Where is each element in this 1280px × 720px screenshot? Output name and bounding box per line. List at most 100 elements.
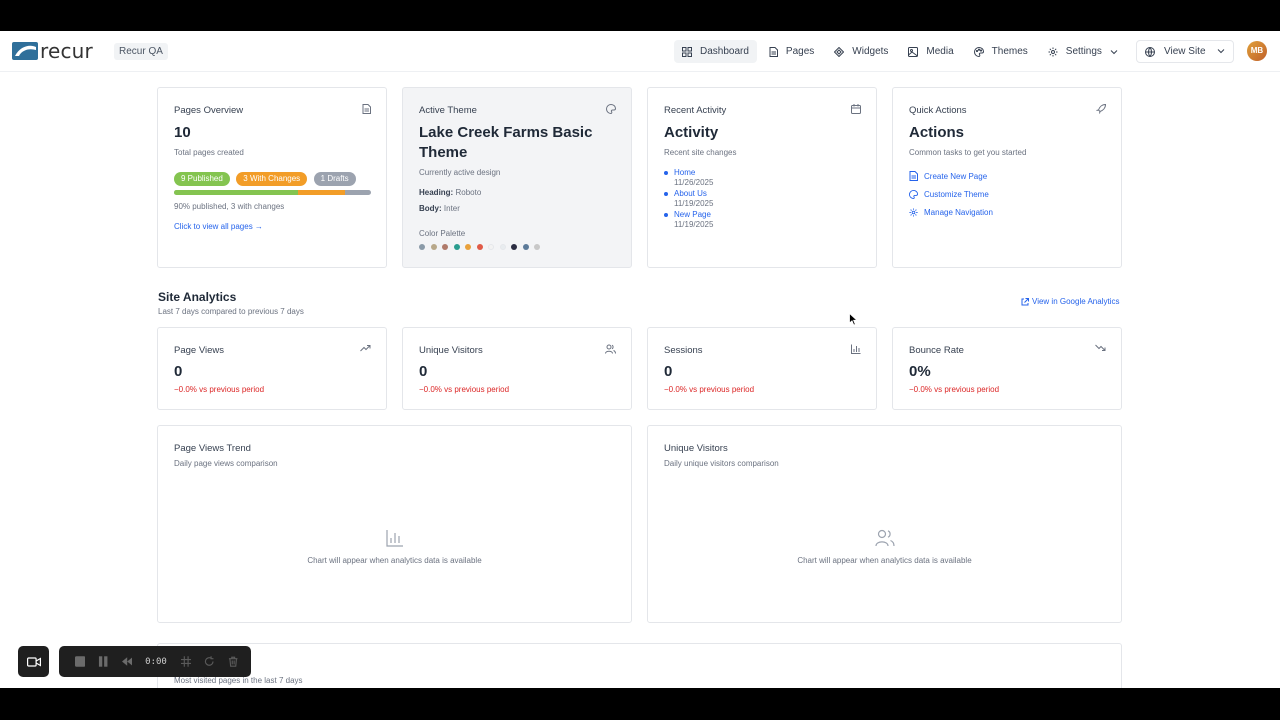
document-icon [909, 171, 918, 181]
users-icon [605, 344, 616, 354]
color-swatch [430, 244, 437, 250]
chart-subtitle: Daily unique visitors comparison [664, 459, 779, 468]
site-badge: Recur QA [114, 43, 168, 60]
action-label: Create New Page [924, 171, 988, 181]
progress-text: 90% published, 3 with changes [174, 202, 285, 211]
card-title: Pages Overview [174, 105, 244, 116]
nav-themes[interactable]: Themes [966, 40, 1036, 63]
trending-down-icon [1095, 344, 1106, 351]
analytics-section-title: Site Analytics [158, 290, 237, 304]
unique-visitors-chart-card: Unique Visitors Daily unique visitors co… [647, 425, 1122, 623]
metric-change: −0.0% vs previous period [174, 385, 265, 394]
card-title: Recent Activity [664, 105, 727, 116]
chevron-down-icon [1217, 49, 1225, 54]
published-segment [174, 190, 299, 195]
pause-icon[interactable] [98, 656, 108, 667]
color-palette [419, 244, 546, 250]
color-swatch [534, 244, 540, 250]
color-swatch [488, 244, 494, 250]
palette-icon [909, 189, 918, 199]
view-all-pages-link[interactable]: Click to view all pages → [174, 222, 263, 231]
activity-page-name[interactable]: New Page [674, 210, 713, 220]
metric-change: −0.0% vs previous period [419, 385, 510, 394]
bounce-rate-metric-card: Bounce Rate 0% −0.0% vs previous period [892, 327, 1122, 410]
body-font-label: Body: [419, 204, 442, 213]
mouse-cursor-icon [849, 313, 858, 326]
activity-page-name[interactable]: About Us [674, 189, 713, 199]
rewind-icon[interactable] [121, 656, 133, 667]
pages-count: 10 [174, 124, 191, 141]
color-swatch [499, 244, 506, 250]
document-icon [362, 104, 371, 114]
heading-font: Heading: Roboto [419, 188, 481, 197]
main-nav: Dashboard Pages Widgets Media Themes Set… [674, 40, 1128, 63]
recent-activity-card[interactable]: Recent Activity Activity Recent site cha… [647, 87, 877, 268]
view-site-label: View Site [1164, 46, 1206, 57]
metric-label: Page Views [174, 345, 224, 356]
bar-chart-icon [385, 530, 403, 547]
top-pages-subtitle: Most visited pages in the last 7 days [174, 676, 303, 685]
google-analytics-link-label: View in Google Analytics [1032, 297, 1120, 306]
activity-item[interactable]: Home 11/26/2025 [664, 168, 713, 188]
customize-theme-action[interactable]: Customize Theme [909, 185, 993, 203]
nav-settings[interactable]: Settings [1040, 40, 1126, 63]
quick-actions-card: Quick Actions Actions Common tasks to ge… [892, 87, 1122, 268]
restart-icon[interactable] [204, 656, 214, 667]
unique-visitors-metric-card: Unique Visitors 0 −0.0% vs previous peri… [402, 327, 632, 410]
actions-heading: Actions [909, 124, 965, 141]
view-site-dropdown[interactable]: View Site [1136, 40, 1234, 63]
color-swatch [453, 244, 460, 250]
pages-count-subtitle: Total pages created [174, 148, 244, 157]
changes-badge[interactable]: 3 With Changes [236, 172, 308, 186]
document-icon [769, 46, 778, 57]
empty-message: Chart will appear when analytics data is… [797, 556, 972, 565]
trash-icon[interactable] [228, 656, 238, 667]
nav-widgets[interactable]: Widgets [826, 40, 896, 63]
chevron-down-icon [1110, 49, 1118, 54]
palette-icon [973, 46, 984, 57]
grid-icon[interactable] [180, 656, 192, 667]
image-icon [908, 46, 919, 57]
color-swatch [465, 244, 471, 250]
nav-dashboard[interactable]: Dashboard [674, 40, 757, 63]
nav-settings-label: Settings [1065, 46, 1102, 57]
drafts-badge[interactable]: 1 Drafts [313, 172, 356, 186]
create-new-page-action[interactable]: Create New Page [909, 167, 993, 185]
actions-subtitle: Common tasks to get you started [909, 148, 1027, 157]
activity-item[interactable]: New Page 11/19/2025 [664, 210, 713, 230]
nav-pages[interactable]: Pages [761, 40, 822, 63]
stop-icon[interactable] [75, 656, 86, 667]
activity-heading: Activity [664, 124, 719, 141]
body-font-value: Inter [443, 204, 460, 213]
heading-font-value: Roboto [455, 188, 482, 197]
status-pills: 9 Published 3 With Changes 1 Drafts [174, 168, 358, 186]
metric-label: Unique Visitors [419, 345, 483, 356]
google-analytics-link[interactable]: View in Google Analytics [1021, 297, 1119, 306]
manage-navigation-action[interactable]: Manage Navigation [909, 203, 993, 221]
published-badge[interactable]: 9 Published [174, 172, 230, 186]
active-theme-card[interactable]: Active Theme Lake Creek Farms Basic Them… [402, 87, 632, 268]
user-avatar[interactable]: MB [1247, 41, 1267, 61]
activity-item[interactable]: About Us 11/19/2025 [664, 189, 713, 209]
pages-overview-card[interactable]: Pages Overview 10 Total pages created 9 … [157, 87, 387, 268]
recording-controls: 0:00 [59, 646, 251, 677]
page-views-trend-card: Page Views Trend Daily page views compar… [157, 425, 632, 623]
chart-subtitle: Daily page views comparison [174, 459, 278, 468]
activity-page-name[interactable]: Home [674, 168, 713, 178]
nav-themes-label: Themes [991, 46, 1028, 57]
nav-media[interactable]: Media [900, 40, 961, 63]
calendar-icon [851, 104, 861, 114]
camera-toggle-button[interactable] [18, 646, 49, 677]
bullet-dot [664, 192, 668, 196]
theme-subtitle: Currently active design [419, 168, 501, 177]
color-swatch [442, 244, 448, 250]
metric-value: 0 [174, 363, 183, 380]
recur-logo[interactable]: recur [12, 41, 93, 61]
globe-icon [1145, 46, 1155, 57]
chart-title: Unique Visitors [664, 443, 728, 454]
metric-change: −0.0% vs previous period [664, 385, 755, 394]
chart-title: Page Views Trend [174, 443, 251, 454]
color-swatch [522, 244, 529, 250]
metric-change: −0.0% vs previous period [909, 385, 1000, 394]
theme-name: Lake Creek Farms Basic Theme [419, 124, 593, 161]
